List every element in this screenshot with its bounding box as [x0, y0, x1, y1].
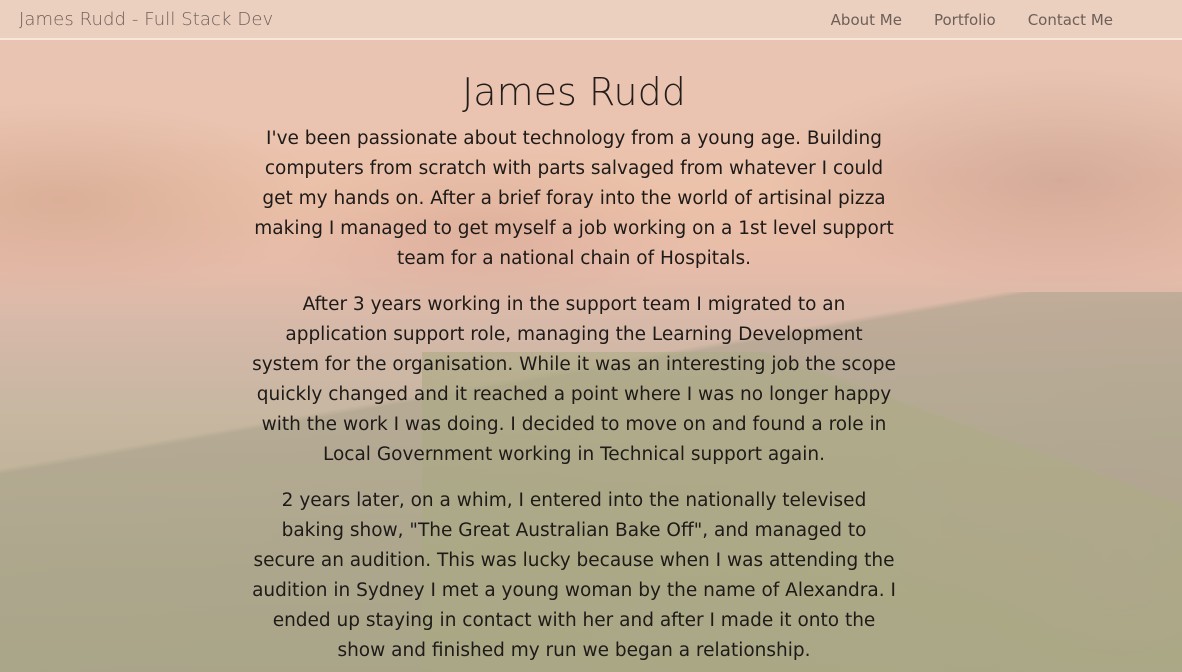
page-title: James Rudd [462, 70, 686, 114]
about-paragraph-3: 2 years later, on a whim, I entered into… [252, 490, 896, 661]
about-paragraph-1: I've been passionate about technology fr… [254, 128, 894, 269]
nav-links: About Me Portfolio Contact Me [831, 11, 1113, 29]
about-section: James Rudd I've been passionate about te… [250, 64, 898, 672]
nav-link-contact-me[interactable]: Contact Me [1028, 11, 1113, 29]
nav-link-about-me[interactable]: About Me [831, 11, 902, 29]
top-navbar: James Rudd - Full Stack Dev About Me Por… [0, 0, 1182, 40]
brand-link[interactable]: James Rudd - Full Stack Dev [19, 9, 273, 30]
about-paragraph-2: After 3 years working in the support tea… [252, 294, 896, 465]
nav-link-portfolio[interactable]: Portfolio [934, 11, 996, 29]
